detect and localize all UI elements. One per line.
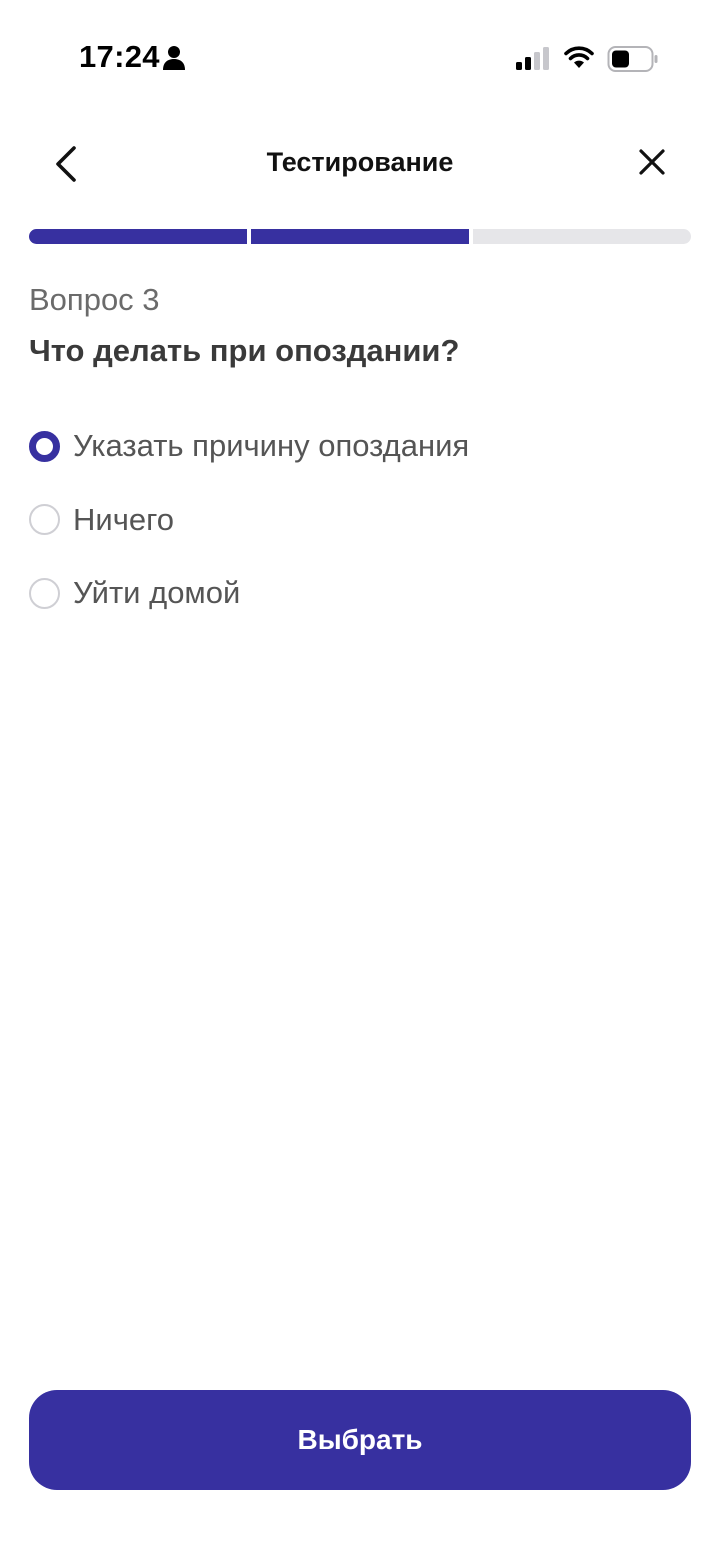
battery-icon: [607, 46, 658, 72]
option-label: Указать причину опоздания: [73, 428, 470, 463]
header: Тестирование: [0, 118, 720, 210]
cellular-signal-icon: [516, 47, 549, 70]
progress-segment-3: [473, 229, 691, 244]
option-label: Ничего: [73, 501, 174, 537]
answer-options: Указать причину опоздания Ничего Уйти до…: [29, 420, 691, 641]
radio-button-selected[interactable]: [29, 430, 60, 462]
close-button[interactable]: [626, 136, 678, 188]
progress-bar: [29, 229, 691, 244]
progress-segment-1: [29, 229, 247, 244]
person-icon: [163, 46, 185, 70]
close-icon: [639, 149, 665, 175]
option-3[interactable]: Уйти домой: [29, 567, 691, 619]
option-1[interactable]: Указать причину опоздания: [29, 420, 691, 472]
status-bar: 17:24: [0, 0, 720, 118]
question-number: Вопрос 3: [29, 282, 160, 317]
option-2[interactable]: Ничего: [29, 494, 691, 546]
status-time: 17:24: [79, 39, 160, 74]
radio-button[interactable]: [29, 577, 60, 609]
question-text: Что делать при опоздании?: [29, 333, 460, 368]
radio-button[interactable]: [29, 504, 60, 535]
wifi-icon: [564, 46, 594, 68]
option-label: Уйти домой: [73, 575, 241, 610]
select-button[interactable]: Выбрать: [29, 1390, 691, 1490]
page-title: Тестирование: [266, 147, 454, 177]
progress-segment-2: [251, 229, 469, 244]
